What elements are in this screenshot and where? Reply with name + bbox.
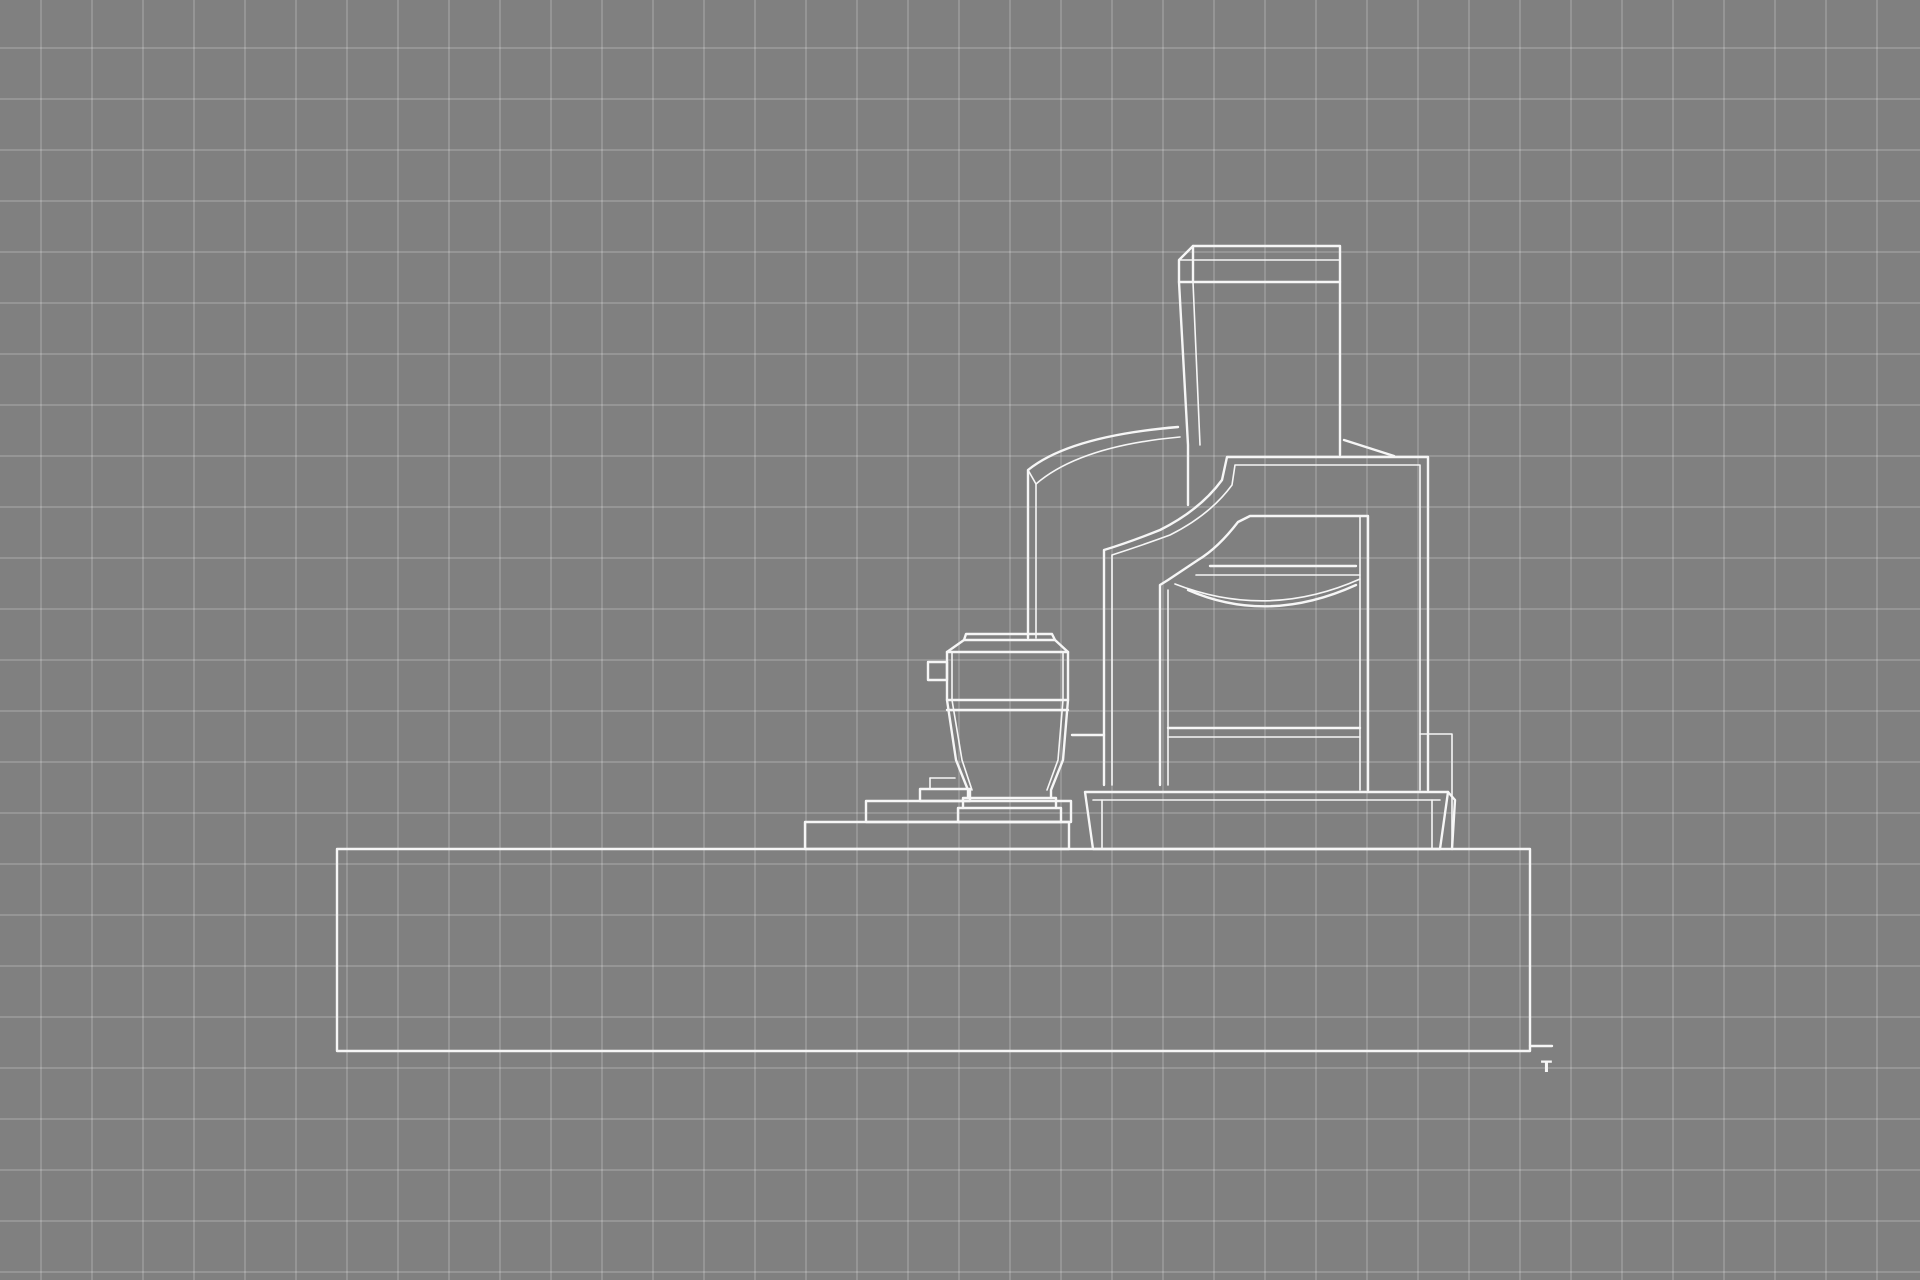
- corner-mark-label: T: [1541, 1057, 1552, 1076]
- main-frame-housing: [1070, 455, 1453, 850]
- back-curved-cover: [1026, 425, 1396, 640]
- left-step-plates: [803, 777, 1073, 851]
- tall-column: [1177, 244, 1342, 507]
- machine-line-drawing: T: [335, 244, 1554, 1076]
- lower-tray: [1083, 790, 1457, 851]
- small-vessel: [926, 632, 1070, 824]
- base-platform: [335, 847, 1554, 1053]
- blueprint-grid-canvas: T: [0, 0, 1920, 1280]
